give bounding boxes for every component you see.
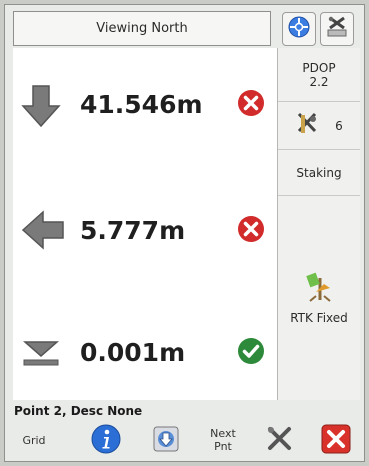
north-offset-value: 41.546m (80, 90, 203, 119)
tools-icon (265, 424, 295, 457)
download-button[interactable] (146, 421, 186, 459)
next-point-label-1: Next (210, 427, 236, 440)
rtk-status-cell: RTK Fixed (278, 196, 360, 400)
arrow-left-icon (21, 210, 65, 254)
east-offset-row: 5.777m (13, 204, 278, 260)
pdop-value: 2.2 (309, 74, 329, 89)
satellite-settings-icon (324, 14, 350, 44)
crosshair-icon (287, 15, 311, 43)
info-button[interactable] (86, 421, 126, 459)
pdop-label: PDOP (302, 60, 336, 75)
mode-label: Staking (296, 165, 342, 180)
next-point-button[interactable]: Next Pnt (201, 421, 245, 459)
elevation-offset-value: 0.001m (80, 338, 186, 367)
elevation-marker-icon (21, 340, 61, 374)
elevation-offset-row: 0.001m (13, 326, 278, 382)
grid-button[interactable]: Grid (14, 421, 54, 459)
viewing-direction-label: Viewing North (96, 21, 188, 36)
satellite-settings-button[interactable] (320, 12, 354, 46)
rtk-status-label: RTK Fixed (290, 310, 348, 325)
close-icon (320, 423, 352, 458)
error-icon (236, 88, 266, 122)
close-button[interactable] (316, 421, 356, 459)
grid-button-label: Grid (22, 433, 46, 447)
mode-cell: Staking (278, 150, 360, 196)
download-icon (151, 424, 181, 457)
arrow-down-icon (21, 84, 61, 132)
pdop-cell: PDOP 2.2 (278, 48, 360, 102)
status-sidebar: PDOP 2.2 6 Staking RTK Fixed (278, 48, 360, 400)
satellite-count: 6 (335, 118, 343, 133)
next-point-label-2: Pnt (214, 440, 232, 453)
viewing-direction-button[interactable]: Viewing North (13, 11, 271, 46)
tools-button[interactable] (260, 421, 300, 459)
rtk-antenna-icon (304, 272, 334, 305)
error-icon (236, 214, 266, 248)
staking-values-panel: 41.546m 5.777m 0.001m (13, 48, 278, 400)
crosshair-button[interactable] (282, 12, 316, 46)
check-icon (236, 336, 266, 370)
info-icon (90, 423, 122, 458)
point-description: Point 2, Desc None (14, 404, 143, 418)
satellite-count-cell[interactable]: 6 (278, 102, 360, 150)
north-offset-row: 41.546m (13, 78, 278, 134)
east-offset-value: 5.777m (80, 216, 186, 245)
satellite-icon (295, 111, 321, 140)
